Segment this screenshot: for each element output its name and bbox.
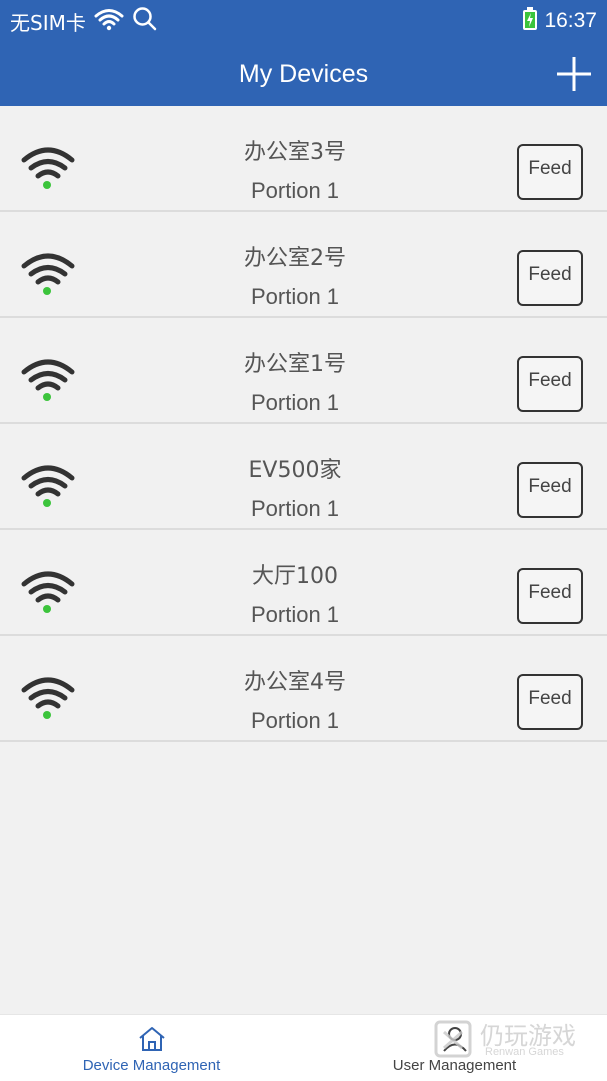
wifi-signal-icon bbox=[21, 359, 75, 401]
wifi-signal-icon bbox=[21, 465, 75, 507]
wifi-signal-icon bbox=[21, 147, 75, 189]
carrier-label: 无SIM卡 bbox=[10, 10, 86, 35]
wifi-icon bbox=[94, 7, 124, 35]
feed-button[interactable]: Feed bbox=[517, 250, 583, 306]
device-name: EV500家 bbox=[248, 458, 342, 483]
device-portion: Portion 1 bbox=[250, 178, 340, 203]
device-row[interactable]: 办公室3号 Portion 1 Feed bbox=[0, 106, 607, 212]
device-name: 办公室3号 bbox=[244, 140, 346, 165]
feed-button[interactable]: Feed bbox=[517, 462, 583, 518]
feed-button[interactable]: Feed bbox=[517, 356, 583, 412]
app-bar: My Devices bbox=[0, 42, 607, 106]
feed-button[interactable]: Feed bbox=[517, 568, 583, 624]
device-portion: Portion 1 bbox=[250, 496, 340, 521]
page-title: My Devices bbox=[238, 60, 369, 88]
device-name: 办公室4号 bbox=[244, 670, 346, 695]
tab-label: Device Management bbox=[82, 1057, 221, 1074]
battery-charging-icon bbox=[522, 7, 538, 35]
device-portion: Portion 1 bbox=[250, 708, 340, 733]
device-row[interactable]: 办公室4号 Portion 1 Feed bbox=[0, 636, 607, 742]
device-row[interactable]: 办公室1号 Portion 1 Feed bbox=[0, 318, 607, 424]
tab-label: User Management bbox=[392, 1057, 517, 1074]
device-row[interactable]: 办公室2号 Portion 1 Feed bbox=[0, 212, 607, 318]
wifi-signal-icon bbox=[21, 677, 75, 719]
wifi-signal-icon bbox=[21, 253, 75, 295]
add-device-button[interactable] bbox=[555, 55, 593, 93]
search-icon[interactable] bbox=[132, 6, 158, 36]
tab-user-management[interactable]: User Management bbox=[303, 1015, 606, 1081]
status-bar: 无SIM卡 16:37 bbox=[0, 0, 607, 42]
plus-icon bbox=[557, 57, 591, 91]
device-name: 办公室1号 bbox=[244, 352, 346, 377]
device-list: 办公室3号 Portion 1 Feed 办公室2号 Portion 1 Fee… bbox=[0, 106, 607, 742]
device-portion: Portion 1 bbox=[250, 602, 340, 627]
device-row[interactable]: EV500家 Portion 1 Feed bbox=[0, 424, 607, 530]
device-row[interactable]: 大厅100 Portion 1 Feed bbox=[0, 530, 607, 636]
device-portion: Portion 1 bbox=[250, 284, 340, 309]
device-name: 办公室2号 bbox=[244, 246, 346, 271]
home-icon bbox=[139, 1027, 165, 1051]
device-portion: Portion 1 bbox=[250, 390, 340, 415]
device-name: 大厅100 bbox=[252, 564, 338, 589]
feed-button[interactable]: Feed bbox=[517, 674, 583, 730]
tab-device-management[interactable]: Device Management bbox=[0, 1015, 303, 1081]
user-icon bbox=[443, 1027, 467, 1052]
clock: 16:37 bbox=[544, 9, 597, 32]
feed-button[interactable]: Feed bbox=[517, 144, 583, 200]
bottom-tab-bar: Device Management User Management bbox=[0, 1014, 607, 1081]
wifi-signal-icon bbox=[21, 571, 75, 613]
